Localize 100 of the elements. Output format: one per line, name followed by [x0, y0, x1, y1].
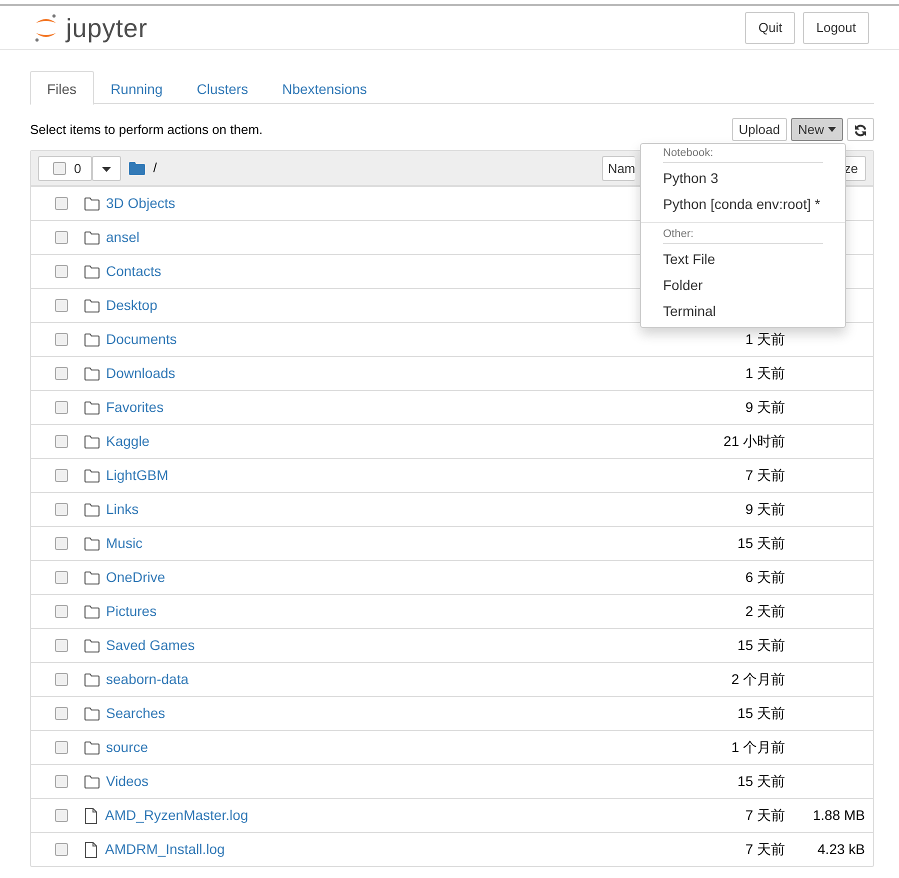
row-checkbox[interactable] [55, 367, 68, 380]
file-link[interactable]: AMD_RyzenMaster.log [105, 805, 248, 826]
folder-icon [84, 298, 100, 312]
menu-item[interactable]: Folder [641, 272, 845, 298]
menu-item[interactable]: Terminal [641, 298, 845, 324]
file-link[interactable]: Downloads [106, 363, 176, 384]
row-checkbox[interactable] [55, 469, 68, 482]
refresh-icon [854, 124, 867, 138]
folder-icon [84, 706, 100, 720]
row-checkbox[interactable] [55, 435, 68, 448]
row-checkbox[interactable] [55, 639, 68, 652]
upload-button[interactable]: Upload [732, 118, 787, 141]
modified-time: 7 天前 [744, 466, 785, 485]
tab[interactable]: Files [30, 71, 94, 105]
refresh-button[interactable] [847, 118, 874, 141]
menu-item[interactable]: Text File [641, 246, 845, 272]
menu-heading: Notebook: [663, 147, 823, 163]
file-link[interactable]: ansel [106, 227, 140, 248]
file-link[interactable]: Documents [106, 329, 177, 350]
menu-item[interactable]: Python [conda env:root] * [641, 191, 845, 217]
row-checkbox[interactable] [55, 231, 68, 244]
row-checkbox[interactable] [55, 673, 68, 686]
folder-icon [84, 672, 100, 686]
file-link[interactable]: seaborn-data [106, 669, 189, 690]
folder-icon [84, 570, 100, 584]
header-button[interactable]: Logout [803, 12, 869, 44]
row-checkbox[interactable] [55, 843, 68, 856]
new-button[interactable]: New [790, 118, 843, 141]
modified-time: 15 天前 [736, 704, 785, 723]
file-icon [84, 808, 98, 824]
folder-icon [84, 740, 100, 754]
file-icon [84, 842, 98, 858]
caret-icon [102, 166, 112, 172]
row-checkbox[interactable] [55, 537, 68, 550]
file-link[interactable]: Kaggle [106, 431, 150, 452]
file-link[interactable]: Videos [106, 771, 149, 792]
row-checkbox[interactable] [55, 299, 68, 312]
row-checkbox[interactable] [55, 707, 68, 720]
file-link[interactable]: 3D Objects [106, 193, 176, 214]
folder-icon [84, 774, 100, 788]
folder-icon [84, 502, 100, 516]
row-checkbox[interactable] [55, 401, 68, 414]
modified-time: 15 天前 [736, 534, 785, 553]
folder-icon [84, 366, 100, 380]
file-link[interactable]: source [106, 737, 148, 758]
folder-icon [84, 400, 100, 414]
select-all-control[interactable]: 0 [38, 156, 92, 180]
tab[interactable]: Running [94, 71, 180, 105]
instruction-text: Select items to perform actions on them. [30, 120, 263, 139]
row-checkbox[interactable] [55, 571, 68, 584]
folder-icon [84, 536, 100, 550]
folder-icon [84, 264, 100, 278]
file-link[interactable]: Searches [106, 703, 166, 724]
file-link[interactable]: Saved Games [106, 635, 195, 656]
modified-time: 7 天前 [744, 840, 785, 859]
folder-icon [84, 332, 100, 346]
file-link[interactable]: AMDRM_Install.log [105, 839, 225, 860]
breadcrumb-path[interactable]: / [153, 158, 157, 178]
menu-item[interactable]: Python 3 [641, 165, 845, 191]
row-checkbox[interactable] [55, 503, 68, 516]
modified-time: 9 天前 [744, 398, 785, 417]
sort-button[interactable]: Nam [602, 156, 636, 180]
logo-text: jupyter [66, 14, 148, 40]
row-checkbox[interactable] [55, 605, 68, 618]
row-checkbox[interactable] [55, 333, 68, 346]
folder-icon [84, 468, 100, 482]
dropdown-button[interactable] [92, 156, 122, 180]
file-link[interactable]: LightGBM [106, 465, 168, 486]
logo-icon [34, 12, 58, 42]
modified-time: 1 天前 [744, 364, 785, 383]
row-checkbox[interactable] [55, 741, 68, 754]
header-button[interactable]: Quit [745, 12, 796, 44]
folder-icon [84, 230, 100, 244]
file-link[interactable]: Favorites [106, 397, 164, 418]
row-checkbox[interactable] [55, 265, 68, 278]
modified-time: 2 个月前 [730, 670, 785, 689]
file-link[interactable]: Pictures [106, 601, 157, 622]
modified-time: 9 天前 [744, 500, 785, 519]
modified-time: 1 天前 [744, 330, 785, 349]
folder-icon [84, 604, 100, 618]
tab[interactable]: Nbextensions [265, 71, 384, 105]
file-link[interactable]: OneDrive [106, 567, 166, 588]
file-link[interactable]: Links [106, 499, 139, 520]
file-link[interactable]: Music [106, 533, 143, 554]
tab[interactable]: Clusters [180, 71, 266, 105]
folder-icon [84, 434, 100, 448]
row-checkbox[interactable] [55, 197, 68, 210]
file-link[interactable]: Contacts [106, 261, 162, 282]
folder-icon [84, 638, 100, 652]
modified-time: 7 天前 [744, 806, 785, 825]
row-checkbox[interactable] [55, 775, 68, 788]
caret-icon [828, 127, 836, 132]
file-size: 4.23 kB [816, 840, 865, 859]
file-link[interactable]: Desktop [106, 295, 158, 316]
modified-time: 15 天前 [736, 772, 785, 791]
modified-time: 15 天前 [736, 636, 785, 655]
folder-icon [129, 162, 146, 174]
row-checkbox[interactable] [55, 809, 68, 822]
modified-time: 1 个月前 [730, 738, 785, 757]
menu-heading: Other: [663, 228, 823, 244]
